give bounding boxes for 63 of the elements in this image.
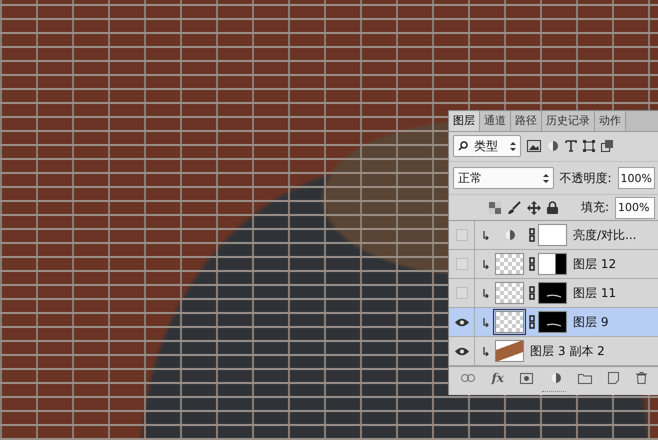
opacity-field[interactable]: 100% (618, 167, 655, 190)
eye-icon[interactable] (454, 346, 468, 356)
layer-thumbnail[interactable] (495, 282, 524, 304)
visibility-toggle[interactable] (456, 258, 468, 270)
layer-row[interactable]: 亮度/对比... (449, 221, 658, 250)
type-filter-icon[interactable] (565, 140, 577, 152)
layer-effects-button[interactable]: fx (492, 371, 504, 386)
filter-dropdown[interactable]: 类型 (453, 135, 521, 158)
clipping-arrow-icon (483, 230, 489, 240)
layer-row[interactable]: 图层 12 (449, 250, 658, 280)
visibility-toggle[interactable] (456, 287, 468, 300)
adjustment-filter-icon[interactable] (547, 140, 559, 152)
layer-row[interactable]: 图层 9 (449, 308, 658, 338)
layer-mask-thumbnail[interactable] (538, 311, 567, 334)
new-layer-icon[interactable] (608, 372, 620, 384)
search-icon (458, 141, 468, 152)
lock-icon[interactable] (547, 201, 558, 214)
add-mask-icon[interactable] (520, 372, 534, 384)
chain-link-icon[interactable] (527, 256, 535, 272)
adjustment-layer-icon[interactable] (550, 372, 562, 384)
layer-thumbnail[interactable] (495, 311, 524, 334)
shape-filter-icon[interactable] (583, 140, 595, 152)
layer-name: 图层 3 副本 2 (530, 342, 605, 360)
image-filter-icon[interactable] (527, 140, 541, 152)
layer-name: 图层 9 (573, 314, 608, 331)
layer-mask-thumbnail[interactable] (538, 224, 567, 246)
fill-label: 填充: (580, 199, 609, 216)
link-icon[interactable] (461, 374, 476, 382)
adjustment-layer-icon (504, 229, 516, 242)
brush-icon[interactable] (507, 200, 521, 215)
stepper-icon (542, 174, 548, 183)
panel-tab[interactable]: 动作 (595, 111, 626, 131)
opacity-label: 不透明度: (560, 170, 612, 187)
panel-tab[interactable]: 通道 (480, 111, 511, 131)
move-icon[interactable] (527, 200, 541, 215)
layer-mask-thumbnail[interactable] (538, 282, 567, 304)
clipping-arrow-icon (483, 288, 489, 298)
layer-row[interactable]: 图层 3 副本 2 (449, 337, 658, 366)
chain-link-icon[interactable] (527, 314, 535, 330)
clipping-arrow-icon (483, 260, 489, 269)
layer-thumbnail[interactable] (495, 253, 524, 276)
clipping-arrow-icon (483, 318, 489, 327)
layer-name: 图层 12 (573, 256, 616, 273)
eye-icon[interactable] (454, 318, 468, 327)
clipping-arrow-icon (483, 346, 489, 356)
trash-icon[interactable] (636, 372, 647, 384)
layer-name: 亮度/对比... (573, 226, 636, 244)
visibility-toggle[interactable] (456, 229, 468, 242)
chain-link-icon[interactable] (527, 285, 535, 302)
lock-transparency-icon[interactable] (489, 202, 501, 214)
panel-tab[interactable]: 路径 (511, 111, 542, 131)
layer-row[interactable]: 图层 11 (449, 279, 658, 308)
smart-object-filter-icon[interactable] (601, 140, 613, 152)
layer-mask-thumbnail[interactable] (538, 253, 567, 276)
layer-name: 图层 11 (573, 284, 616, 302)
folder-icon[interactable] (578, 372, 592, 384)
stepper-icon (510, 142, 516, 151)
panel-tab[interactable]: 图层 (449, 111, 480, 131)
fill-field[interactable]: 100% (615, 196, 655, 219)
layer-thumbnail[interactable] (495, 340, 524, 362)
panel-tab[interactable]: 历史记录 (542, 111, 595, 131)
blend-mode-dropdown[interactable]: 正常 (453, 167, 554, 190)
chain-link-icon[interactable] (527, 227, 535, 244)
